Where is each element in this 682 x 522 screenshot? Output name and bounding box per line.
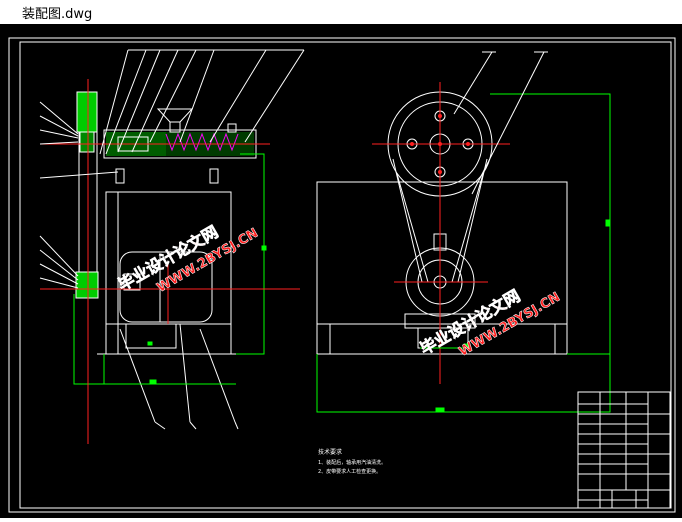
screw-housing: [103, 108, 257, 184]
bottom-pulley: [75, 271, 99, 299]
tech-req-line2: 2、皮带要求人工检查更换。: [318, 468, 381, 475]
title-bar: 装配图.dwg: [0, 0, 682, 25]
top-pulley: [76, 91, 98, 153]
outer-frame: [8, 37, 676, 513]
document-title: 装配图.dwg: [22, 7, 93, 22]
tech-req-line1: 1、装配后，轴承用汽油清洗。: [318, 459, 386, 466]
tech-req-heading: 技术要求: [318, 448, 342, 456]
cad-drawing-canvas[interactable]: 技术要求 1、装配后，轴承用汽油清洗。 2、皮带要求人工检查更换。 毕业设计论文…: [0, 24, 682, 518]
tech-requirements-block: 技术要求 1、装配后，轴承用汽油清洗。 2、皮带要求人工检查更换。: [318, 448, 386, 475]
title-block: [577, 391, 671, 509]
watermark-right: 毕业设计论文网 WWW.2BYSJ.CN: [417, 286, 564, 360]
green-lines-left: [73, 153, 267, 385]
watermark-left: 毕业设计论文网 WWW.2BYSJ.CN: [115, 222, 262, 296]
leader-lines-right: [453, 51, 548, 195]
